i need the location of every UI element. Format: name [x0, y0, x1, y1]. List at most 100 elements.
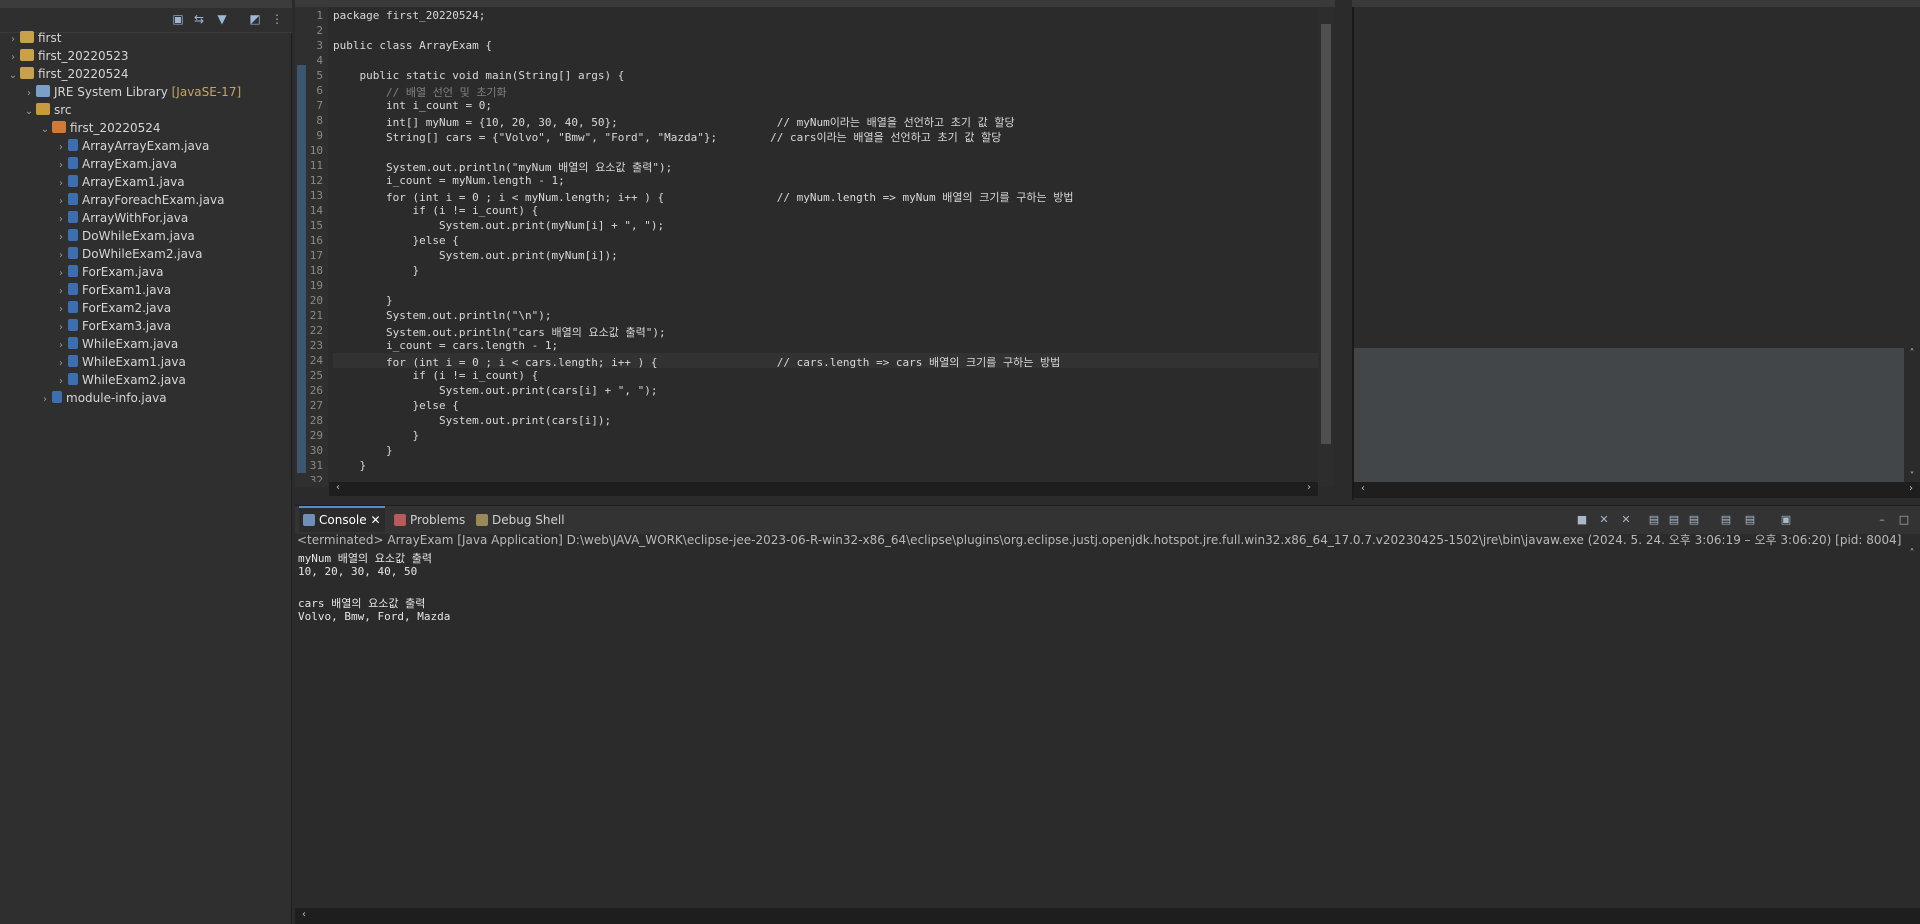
code-line[interactable]: System.out.println("\n");: [333, 309, 552, 322]
tree-item-java-file[interactable]: › ArrayArrayExam.java: [54, 137, 209, 155]
chevron-down-icon[interactable]: ⌄: [22, 103, 36, 121]
scroll-up-icon[interactable]: ˄: [1905, 348, 1919, 359]
close-icon[interactable]: ✕: [370, 513, 380, 527]
scroll-lock-icon[interactable]: ▤: [1646, 512, 1662, 528]
scroll-right-icon[interactable]: ›: [1302, 482, 1316, 493]
open-console-icon[interactable]: ▣: [1778, 512, 1794, 528]
tree-item-java-file[interactable]: › ArrayForeachExam.java: [54, 191, 224, 209]
view-menu-icon[interactable]: ⋮: [269, 11, 285, 27]
code-line[interactable]: i_count = myNum.length - 1;: [333, 174, 565, 187]
project-icon: [20, 67, 34, 79]
code-line[interactable]: String[] cars = {"Volvo", "Bmw", "Ford",…: [333, 129, 1001, 145]
tree-item-java-file[interactable]: › ArrayExam1.java: [54, 173, 185, 191]
tree-item-java-file[interactable]: › DoWhileExam2.java: [54, 245, 202, 263]
maximize-icon[interactable]: □: [1896, 512, 1912, 528]
console-vertical-scrollbar[interactable]: ˄: [1904, 548, 1920, 908]
tab-debug-shell[interactable]: Debug Shell: [472, 508, 569, 532]
show-on-output-icon[interactable]: ▤: [1686, 512, 1702, 528]
word-wrap-icon[interactable]: ▤: [1666, 512, 1682, 528]
editor-tab-strip[interactable]: [295, 0, 1335, 7]
tree-item-java-file[interactable]: › module-info.java: [38, 389, 167, 407]
code-line[interactable]: System.out.print(cars[i]);: [333, 414, 611, 427]
remove-all-icon[interactable]: ✕: [1618, 512, 1634, 528]
project-icon: [20, 49, 34, 61]
tree-item-source-folder[interactable]: ⌄ src: [22, 101, 72, 119]
code-line[interactable]: }else {: [333, 399, 458, 412]
code-line[interactable]: for (int i = 0 ; i < myNum.length; i++ )…: [333, 189, 1074, 205]
code-line[interactable]: System.out.print(myNum[i] + ", ");: [333, 219, 664, 232]
tree-item-java-file[interactable]: › WhileExam2.java: [54, 371, 186, 389]
code-line[interactable]: package first_20220524;: [333, 9, 485, 22]
code-line[interactable]: public class ArrayExam {: [333, 39, 492, 52]
tree-item-java-file[interactable]: › ForExam2.java: [54, 299, 171, 317]
tree-item-project[interactable]: › first_20220523: [6, 47, 129, 65]
minimize-icon[interactable]: –: [1874, 512, 1890, 528]
scroll-up-icon[interactable]: ˄: [1905, 548, 1919, 559]
outline-vertical-scrollbar[interactable]: ˄ ˅: [1904, 348, 1920, 482]
code-line[interactable]: }: [333, 294, 393, 307]
filter-icon[interactable]: ▼: [214, 11, 230, 27]
code-line[interactable]: if (i != i_count) {: [333, 204, 538, 217]
line-number: 1: [316, 9, 323, 22]
tree-item-project[interactable]: › first: [6, 29, 61, 47]
tree-item-package[interactable]: ⌄ first_20220524: [38, 119, 161, 137]
outline-tab-strip[interactable]: [1352, 0, 1920, 7]
console-output-area[interactable]: [297, 548, 1902, 908]
line-number: 4: [316, 54, 323, 67]
code-line[interactable]: i_count = cars.length - 1;: [333, 339, 558, 352]
code-line[interactable]: }: [333, 459, 366, 472]
tree-item-project[interactable]: ⌄ first_20220524: [6, 65, 129, 83]
scroll-left-icon[interactable]: ‹: [297, 909, 311, 920]
tree-item-java-file[interactable]: › ForExam3.java: [54, 317, 171, 335]
pin-console-icon[interactable]: ▤: [1718, 512, 1734, 528]
tree-item-java-file[interactable]: › WhileExam1.java: [54, 353, 186, 371]
explorer-tab-strip[interactable]: [0, 0, 292, 8]
tab-console[interactable]: Console ✕: [299, 506, 385, 532]
code-line[interactable]: System.out.println("cars 배열의 요소값 출력");: [333, 324, 666, 340]
code-line[interactable]: for (int i = 0 ; i < cars.length; i++ ) …: [333, 354, 1060, 370]
editor-horizontal-scrollbar[interactable]: ‹ ›: [329, 482, 1318, 496]
scroll-left-icon[interactable]: ‹: [331, 482, 345, 493]
remove-launch-icon[interactable]: ✕: [1596, 512, 1612, 528]
code-line[interactable]: }: [333, 429, 419, 442]
chevron-down-icon[interactable]: ⌄: [6, 67, 20, 85]
code-line[interactable]: public static void main(String[] args) {: [333, 69, 624, 82]
scroll-right-icon[interactable]: ›: [1904, 483, 1918, 494]
editor-scroll-thumb[interactable]: [1321, 24, 1331, 444]
tree-item-java-file[interactable]: › ArrayWithFor.java: [54, 209, 188, 227]
collapse-all-icon[interactable]: ▣: [170, 11, 186, 27]
tree-item-label: module-info.java: [66, 391, 167, 405]
tab-problems[interactable]: Problems: [390, 508, 469, 532]
tree-item-java-file[interactable]: › DoWhileExam.java: [54, 227, 195, 245]
code-line[interactable]: }else {: [333, 234, 458, 247]
java-file-icon: [68, 247, 78, 259]
console-horizontal-scrollbar[interactable]: ‹: [295, 908, 1920, 924]
library-icon: [36, 85, 50, 97]
code-line[interactable]: int i_count = 0;: [333, 99, 492, 112]
stop-icon[interactable]: ■: [1574, 512, 1590, 528]
code-line[interactable]: System.out.print(myNum[i]);: [333, 249, 618, 262]
scroll-down-icon[interactable]: ˅: [1905, 471, 1919, 482]
tree-item-java-file[interactable]: › ForExam.java: [54, 263, 163, 281]
scroll-left-icon[interactable]: ‹: [1356, 483, 1370, 494]
focus-icon[interactable]: ◩: [247, 11, 263, 27]
code-line[interactable]: System.out.println("myNum 배열의 요소값 출력");: [333, 159, 672, 175]
chevron-right-icon[interactable]: ›: [38, 391, 52, 409]
link-with-editor-icon[interactable]: ⇆: [191, 11, 207, 27]
tree-item-library[interactable]: › JRE System Library [JavaSE-17]: [22, 83, 241, 101]
code-line[interactable]: }: [333, 264, 419, 277]
code-line[interactable]: }: [333, 444, 393, 457]
line-number: 18: [309, 264, 323, 277]
tree-item-java-file[interactable]: › WhileExam.java: [54, 335, 178, 353]
code-line[interactable]: // 배열 선언 및 초기화: [333, 84, 507, 100]
code-line[interactable]: System.out.print(cars[i] + ", ");: [333, 384, 658, 397]
tree-item-java-file[interactable]: › ArrayExam.java: [54, 155, 177, 173]
code-line[interactable]: int[] myNum = {10, 20, 30, 40, 50}; // m…: [333, 114, 1015, 130]
chevron-down-icon[interactable]: ⌄: [38, 121, 52, 139]
outline-horizontal-scrollbar[interactable]: ‹ ›: [1354, 482, 1920, 498]
tree-item-java-file[interactable]: › ForExam1.java: [54, 281, 171, 299]
console-output-line: myNum 배열의 요소값 출력: [298, 552, 432, 565]
java-file-icon: [68, 265, 78, 277]
code-line[interactable]: if (i != i_count) {: [333, 369, 538, 382]
display-selected-console-icon[interactable]: ▤: [1742, 512, 1758, 528]
